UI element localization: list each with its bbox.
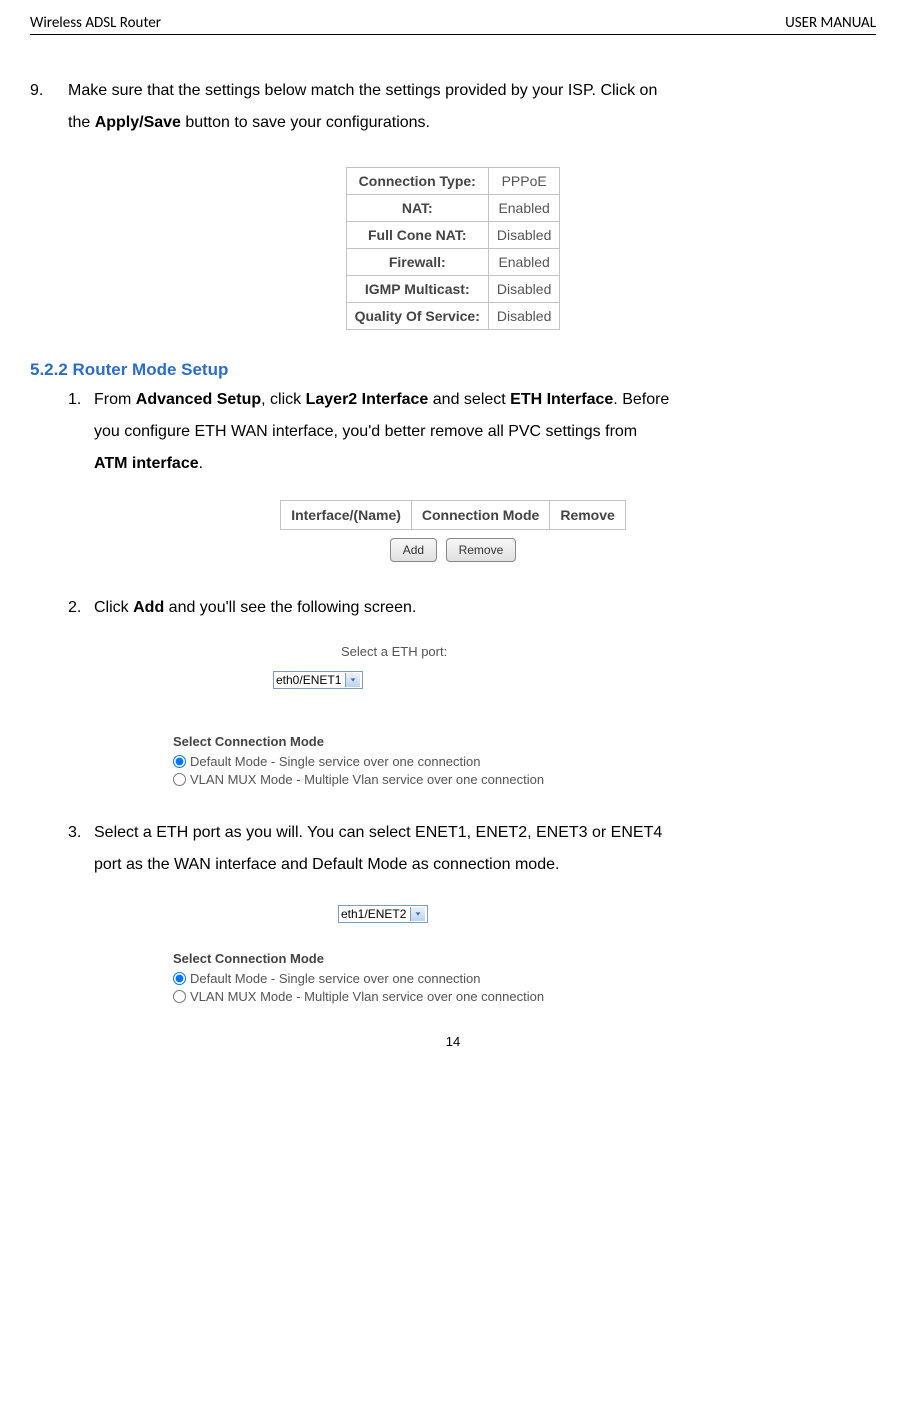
interface-th-mode: Connection Mode bbox=[411, 501, 549, 530]
radio-vlan-2[interactable] bbox=[173, 990, 186, 1003]
step-3-line1: Select a ETH port as you will. You can s… bbox=[94, 824, 662, 841]
eth-block-1: Select a ETH port: eth0/ENET1 Select Con… bbox=[173, 644, 733, 787]
step-2-b1: Add bbox=[133, 599, 164, 616]
connection-mode-heading-1: Select Connection Mode bbox=[173, 734, 733, 749]
step-1-b1: Advanced Setup bbox=[136, 391, 261, 408]
conn-mode-vlan-2: VLAN MUX Mode - Multiple Vlan service ov… bbox=[173, 988, 733, 1004]
section-heading-router-mode: 5.2.2 Router Mode Setup bbox=[30, 360, 876, 380]
settings-label: Quality Of Service: bbox=[346, 303, 488, 330]
step-9-line2-suffix: button to save your configurations. bbox=[181, 114, 430, 131]
eth-port-dropdown-value-2: eth1/ENET2 bbox=[341, 907, 406, 921]
radio-default-1[interactable] bbox=[173, 755, 186, 768]
step-2-number: 2. bbox=[68, 592, 94, 624]
step-1-b3: ETH Interface bbox=[510, 391, 613, 408]
page-number: 14 bbox=[30, 1034, 876, 1049]
step-1-number: 1. bbox=[68, 384, 94, 416]
settings-row: Quality Of Service:Disabled bbox=[346, 303, 560, 330]
step-9-line1: Make sure that the settings below match … bbox=[68, 82, 657, 99]
settings-summary-table: Connection Type:PPPoE NAT:Enabled Full C… bbox=[346, 167, 561, 330]
eth-port-dropdown-2[interactable]: eth1/ENET2 bbox=[338, 905, 428, 923]
settings-value: Enabled bbox=[488, 249, 559, 276]
apply-save-bold: Apply/Save bbox=[95, 114, 181, 131]
eth-block-2: eth1/ENET2 Select Connection Mode Defaul… bbox=[173, 905, 733, 1004]
step-9-line2-prefix: the bbox=[68, 114, 95, 131]
settings-value: PPPoE bbox=[488, 168, 559, 195]
add-button[interactable]: Add bbox=[390, 538, 437, 562]
step-1: 1.From Advanced Setup, click Layer2 Inte… bbox=[68, 384, 876, 480]
eth-select-wrap-2: eth1/ENET2 bbox=[338, 905, 733, 923]
page-header: Wireless ADSL Router USER MANUAL bbox=[30, 14, 876, 35]
settings-value: Disabled bbox=[488, 276, 559, 303]
step-1-p3: and select bbox=[428, 391, 510, 408]
interface-table: Interface/(Name) Connection Mode Remove bbox=[280, 500, 626, 530]
eth-port-dropdown-value-1: eth0/ENET1 bbox=[276, 673, 341, 687]
step-1-p5: . bbox=[199, 455, 203, 472]
conn-mode-default-2: Default Mode - Single service over one c… bbox=[173, 970, 733, 986]
interface-table-wrapper: Interface/(Name) Connection Mode Remove bbox=[30, 500, 876, 530]
step-3: 3.Select a ETH port as you will. You can… bbox=[68, 817, 876, 881]
step-9: 9.Make sure that the settings below matc… bbox=[30, 75, 876, 139]
settings-row: IGMP Multicast:Disabled bbox=[346, 276, 560, 303]
step-2: 2.Click Add and you'll see the following… bbox=[68, 592, 876, 624]
settings-label: IGMP Multicast: bbox=[346, 276, 488, 303]
header-right: USER MANUAL bbox=[785, 14, 876, 32]
step-1-p1: From bbox=[94, 391, 136, 408]
step-1-b4: ATM interface bbox=[94, 455, 199, 472]
settings-row: Firewall:Enabled bbox=[346, 249, 560, 276]
eth-select-wrap-1: eth0/ENET1 bbox=[273, 671, 733, 689]
interface-th-name: Interface/(Name) bbox=[281, 501, 412, 530]
settings-label: Firewall: bbox=[346, 249, 488, 276]
step-1-b2: Layer2 Interface bbox=[306, 391, 429, 408]
settings-value: Disabled bbox=[488, 303, 559, 330]
radio-default-label-2: Default Mode - Single service over one c… bbox=[190, 971, 481, 986]
settings-label: NAT: bbox=[346, 195, 488, 222]
step-1-p4: . Before bbox=[613, 391, 669, 408]
conn-mode-default-1: Default Mode - Single service over one c… bbox=[173, 753, 733, 769]
step-1-line2: you configure ETH WAN interface, you'd b… bbox=[94, 416, 876, 448]
settings-label: Full Cone NAT: bbox=[346, 222, 488, 249]
header-left: Wireless ADSL Router bbox=[30, 14, 161, 32]
settings-row: Connection Type:PPPoE bbox=[346, 168, 560, 195]
settings-label: Connection Type: bbox=[346, 168, 488, 195]
settings-value: Disabled bbox=[488, 222, 559, 249]
step-9-number: 9. bbox=[30, 75, 68, 107]
radio-vlan-label-1: VLAN MUX Mode - Multiple Vlan service ov… bbox=[190, 772, 544, 787]
settings-row: Full Cone NAT:Disabled bbox=[346, 222, 560, 249]
step-1-p2: , click bbox=[261, 391, 305, 408]
step-3-line2: port as the WAN interface and Default Mo… bbox=[94, 849, 876, 881]
settings-row: NAT:Enabled bbox=[346, 195, 560, 222]
settings-table-wrapper: Connection Type:PPPoE NAT:Enabled Full C… bbox=[30, 167, 876, 330]
interface-th-remove: Remove bbox=[550, 501, 625, 530]
interface-button-row: Add Remove bbox=[30, 538, 876, 562]
remove-button[interactable]: Remove bbox=[446, 538, 517, 562]
step-2-p2: and you'll see the following screen. bbox=[164, 599, 416, 616]
dropdown-arrow-icon bbox=[345, 673, 360, 687]
step-2-p1: Click bbox=[94, 599, 133, 616]
eth-port-dropdown-1[interactable]: eth0/ENET1 bbox=[273, 671, 363, 689]
settings-value: Enabled bbox=[488, 195, 559, 222]
dropdown-arrow-icon bbox=[410, 907, 425, 921]
eth-port-label: Select a ETH port: bbox=[341, 644, 733, 659]
radio-vlan-1[interactable] bbox=[173, 773, 186, 786]
radio-default-2[interactable] bbox=[173, 972, 186, 985]
radio-vlan-label-2: VLAN MUX Mode - Multiple Vlan service ov… bbox=[190, 989, 544, 1004]
conn-mode-vlan-1: VLAN MUX Mode - Multiple Vlan service ov… bbox=[173, 771, 733, 787]
connection-mode-heading-2: Select Connection Mode bbox=[173, 951, 733, 966]
step-3-number: 3. bbox=[68, 817, 94, 849]
radio-default-label-1: Default Mode - Single service over one c… bbox=[190, 754, 481, 769]
